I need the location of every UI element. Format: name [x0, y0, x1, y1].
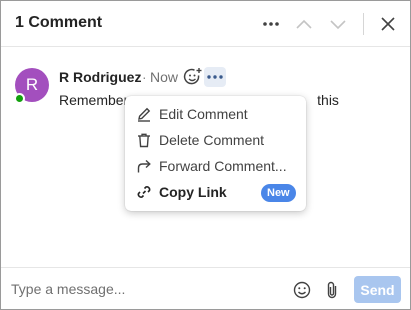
paperclip-icon [327, 281, 337, 299]
menu-item-copy-link[interactable]: Copy Link New [125, 179, 306, 205]
more-horizontal-icon [263, 22, 279, 26]
send-button[interactable]: Send [354, 276, 401, 303]
new-badge: New [261, 184, 296, 202]
comment-body-end: this [317, 92, 339, 108]
comment-more-button[interactable] [204, 67, 226, 87]
emoji-icon [293, 281, 311, 299]
menu-item-edit-comment[interactable]: Edit Comment [125, 101, 306, 127]
menu-item-label: Copy Link [159, 184, 227, 200]
menu-item-forward-comment[interactable]: Forward Comment... [125, 153, 306, 179]
close-icon [381, 17, 395, 31]
chevron-down-icon [330, 20, 346, 30]
previous-comment-button[interactable] [291, 11, 317, 37]
composer: Send [1, 267, 410, 309]
comment-context-menu: Edit Comment Delete Comment Forward Comm… [125, 96, 306, 211]
panel-title: 1 Comment [15, 14, 103, 31]
chevron-up-icon [296, 19, 312, 29]
comment-body-start: Remember [59, 92, 129, 108]
avatar-initial: R [25, 75, 39, 94]
menu-item-label: Delete Comment [159, 132, 265, 148]
presence-status-icon [14, 93, 25, 104]
add-reaction-button[interactable] [182, 66, 204, 88]
menu-item-delete-comment[interactable]: Delete Comment [125, 127, 306, 153]
add-reaction-icon [183, 68, 202, 85]
close-button[interactable] [375, 11, 401, 37]
header-divider [363, 13, 364, 35]
attach-button[interactable] [321, 279, 343, 301]
more-options-button[interactable] [258, 11, 284, 37]
forward-arrow-icon [135, 157, 153, 175]
next-comment-button[interactable] [325, 11, 351, 37]
menu-item-label: Edit Comment [159, 106, 248, 122]
comment-timestamp: Now [150, 69, 179, 85]
meta-separator: · [142, 69, 147, 85]
comments-panel: 1 Comment R R Rodriguez · Now Remember t… [0, 0, 411, 310]
message-input[interactable] [11, 279, 281, 299]
menu-item-label: Forward Comment... [159, 158, 287, 174]
panel-header: 1 Comment [1, 1, 410, 47]
comment-author: R Rodriguez [59, 69, 142, 85]
more-horizontal-icon [207, 75, 223, 79]
link-icon [135, 183, 153, 201]
emoji-button[interactable] [291, 279, 313, 301]
trash-icon [135, 131, 153, 149]
edit-pencil-icon [135, 105, 153, 123]
